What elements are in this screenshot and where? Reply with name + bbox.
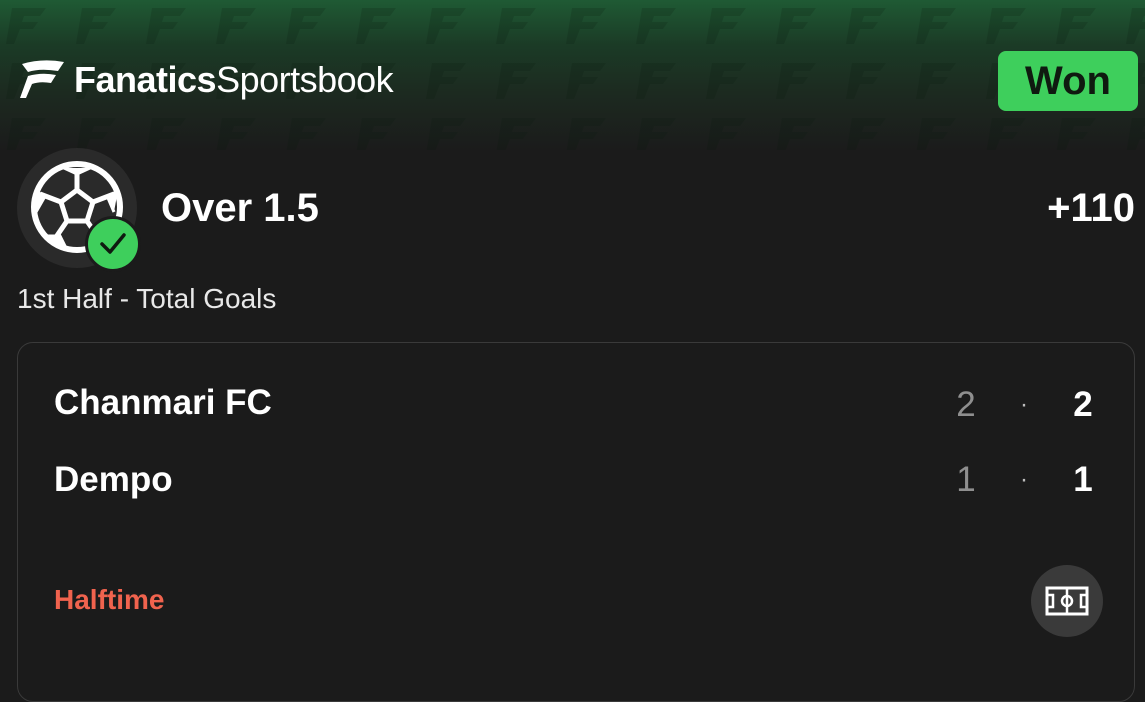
match-card[interactable]: Chanmari FC 2 · 2 Dempo 1 · 1 Halftime (17, 342, 1135, 702)
checkmark-icon (85, 216, 141, 272)
soccer-pitch-icon (1045, 586, 1089, 616)
brand-name-bold: Fanatics (74, 59, 217, 100)
score-home: 2 (1073, 385, 1093, 424)
match-status: Halftime (54, 584, 165, 615)
score-away: 1 (1073, 460, 1093, 499)
score-separator: · (1020, 391, 1028, 418)
score-separator: · (1020, 466, 1028, 493)
match-tracker-button[interactable] (1031, 565, 1103, 637)
score-secondary-away: 1 (956, 460, 976, 499)
brand-name: FanaticsSportsbook (74, 59, 394, 101)
bet-status-badge: Won (998, 51, 1138, 111)
team-name-away: Dempo (54, 460, 173, 499)
bet-odds: +110 (1047, 186, 1135, 230)
team-name-home: Chanmari FC (54, 383, 272, 422)
score-secondary-home: 2 (956, 385, 976, 424)
fanatics-sportsbook-logo: FanaticsSportsbook (18, 58, 394, 102)
fanatics-flag-icon (20, 60, 64, 98)
brand-name-light: Sportsbook (216, 59, 394, 100)
bet-market: 1st Half - Total Goals (17, 283, 277, 314)
bet-selection: Over 1.5 (161, 186, 319, 230)
